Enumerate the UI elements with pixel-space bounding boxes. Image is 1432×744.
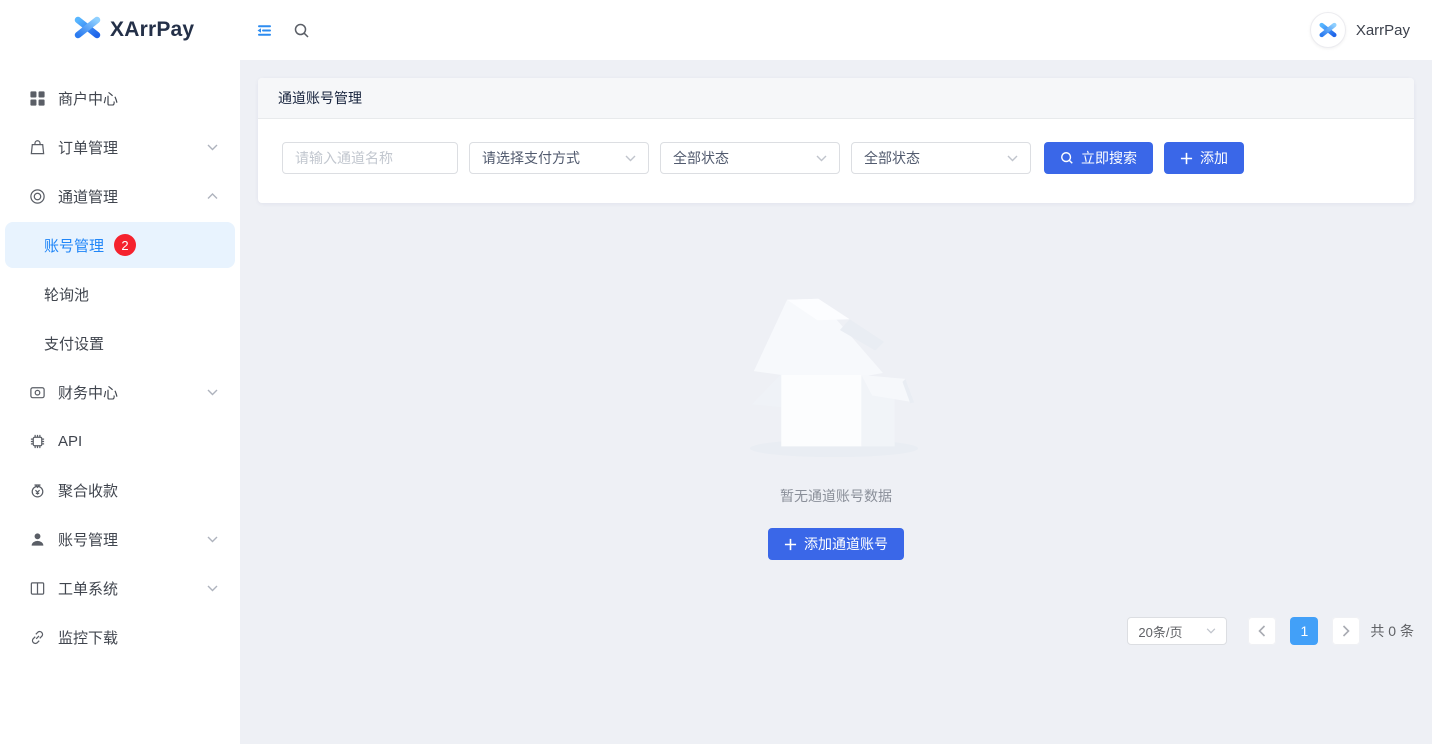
sidebar-item-channel-management[interactable]: 通道管理 [0,172,240,221]
pagination: 20条/页 1 共 0 条 [258,617,1414,645]
sidebar-item-label: 通道管理 [58,186,118,207]
link-icon [28,628,47,647]
sidebar-item-label: 财务中心 [58,382,118,403]
search-button[interactable]: 立即搜索 [1044,142,1153,174]
wallet-icon [28,383,47,402]
channel-account-card: 通道账号管理 请选择支付方式 全部状态 全部状态 立即搜索 [258,78,1414,203]
ring-icon [28,187,47,206]
sidebar-item-label: 工单系统 [58,578,118,599]
sidebar-subitem-polling-pool[interactable]: 轮询池 [0,270,240,319]
empty-message: 暂无通道账号数据 [240,486,1432,506]
sidebar-subitem-label: 轮询池 [44,284,89,305]
next-page-button[interactable] [1332,617,1360,645]
card-title: 通道账号管理 [258,78,1414,119]
add-button[interactable]: 添加 [1164,142,1244,174]
filter-bar: 请选择支付方式 全部状态 全部状态 立即搜索 添加 [258,119,1414,203]
sidebar-item-monitor-download[interactable]: 监控下载 [0,613,240,662]
sidebar-item-merchant-center[interactable]: 商户中心 [0,74,240,123]
sidebar-item-label: 订单管理 [58,137,118,158]
book-icon [28,579,47,598]
chip-icon [28,432,47,451]
sidebar-item-finance-center[interactable]: 财务中心 [0,368,240,417]
search-icon [1060,151,1074,165]
chevron-down-icon [207,389,218,396]
chevron-down-icon [1007,155,1018,162]
sidebar-item-label: 商户中心 [58,88,118,109]
page-size-select[interactable]: 20条/页 [1127,617,1227,645]
brand-logo[interactable]: XArrPay [0,14,240,46]
money-icon [28,481,47,500]
chevron-right-icon [1342,625,1350,637]
sidebar-subitem-label: 账号管理 [44,235,104,256]
page-number-current[interactable]: 1 [1290,617,1318,645]
chevron-down-icon [1206,628,1216,634]
chevron-down-icon [816,155,827,162]
select-value: 请选择支付方式 [482,148,580,168]
select-value: 全部状态 [864,148,920,168]
empty-state: 暂无通道账号数据 添加通道账号 [240,287,1432,560]
pay-method-select[interactable]: 请选择支付方式 [469,142,649,174]
pagination-total: 共 0 条 [1370,621,1414,641]
plus-icon [784,538,797,551]
chevron-down-icon [207,536,218,543]
plus-icon [1180,152,1193,165]
channel-name-input[interactable] [282,142,458,174]
user-name: XarrPay [1356,22,1410,39]
search-button-label: 立即搜索 [1081,148,1137,168]
sidebar-item-api[interactable]: API [0,417,240,466]
add-button-label: 添加 [1200,148,1228,168]
grid-icon [28,89,47,108]
notification-badge: 2 [114,234,136,256]
chevron-up-icon [207,193,218,200]
channel-management-submenu: 账号管理 2 轮询池 支付设置 [0,222,240,368]
main-content: 通道账号管理 请选择支付方式 全部状态 全部状态 立即搜索 [240,60,1432,744]
sidebar-item-label: 聚合收款 [58,480,118,501]
user-avatar [1310,12,1346,48]
status-select-2[interactable]: 全部状态 [851,142,1031,174]
user-menu[interactable]: XarrPay [1310,12,1410,48]
sidebar-item-label: 监控下载 [58,627,118,648]
sidebar-subitem-label: 支付设置 [44,333,104,354]
top-header: XArrPay XarrPay [0,0,1432,60]
sidebar-item-label: API [58,433,82,450]
add-channel-account-button[interactable]: 添加通道账号 [768,528,904,560]
sidebar-item-aggregate-collection[interactable]: 聚合收款 [0,466,240,515]
empty-box-illustration [738,287,934,463]
sidebar-subitem-payment-settings[interactable]: 支付设置 [0,319,240,368]
sidebar-item-order-management[interactable]: 订单管理 [0,123,240,172]
user-icon [28,530,47,549]
select-value: 全部状态 [673,148,729,168]
bag-icon [28,138,47,157]
collapse-menu-icon[interactable] [256,22,273,39]
add-channel-account-label: 添加通道账号 [804,534,888,554]
chevron-left-icon [1258,625,1266,637]
prev-page-button[interactable] [1248,617,1276,645]
chevron-down-icon [207,144,218,151]
sidebar-item-account-management-root[interactable]: 账号管理 [0,515,240,564]
sidebar-subitem-account-management[interactable]: 账号管理 2 [5,222,235,268]
chevron-down-icon [207,585,218,592]
xarrpay-logo-icon [74,14,101,46]
status-select-1[interactable]: 全部状态 [660,142,840,174]
sidebar-item-ticket-system[interactable]: 工单系统 [0,564,240,613]
search-icon[interactable] [293,22,310,39]
sidebar: 商户中心 订单管理 通道管理 账号管理 2 轮询池 [0,60,240,744]
chevron-down-icon [625,155,636,162]
page-size-value: 20条/页 [1138,622,1182,641]
logo-text: XArrPay [110,18,194,42]
sidebar-item-label: 账号管理 [58,529,118,550]
